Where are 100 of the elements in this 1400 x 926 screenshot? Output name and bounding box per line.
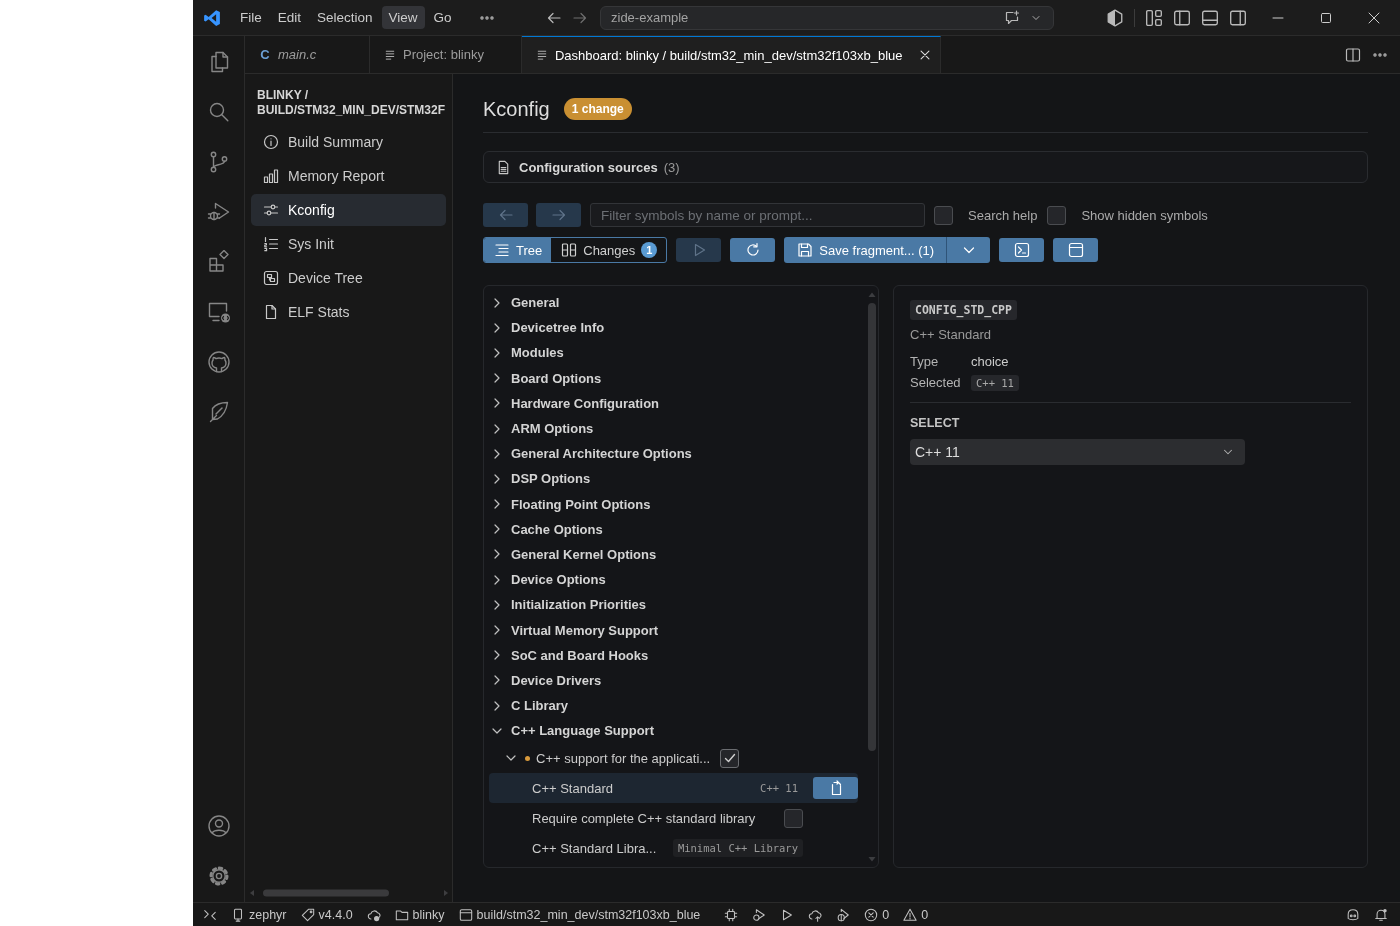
section-title: Configuration sources [519,159,658,175]
configuration-sources-panel[interactable]: Configuration sources (3) [483,151,1368,183]
tree-item[interactable]: C++ Language Support [489,718,858,744]
panel-bottom-icon[interactable] [1201,8,1219,27]
tree-item[interactable]: Virtual Memory Support [489,617,858,643]
remote-monitor-icon[interactable] [206,300,231,324]
hexagon-icon[interactable] [1106,8,1124,27]
tree-item[interactable]: C++ support for the applicati... [489,743,858,774]
chat-sparkle-icon[interactable] [1004,9,1020,26]
sidebar-item[interactable]: Kconfig [251,194,446,226]
tree-item[interactable]: C++ Standard Libra... Minimal C++ Library [489,833,858,864]
error-count[interactable]: 0 [864,907,890,922]
error-icon [864,907,879,922]
select-dropdown[interactable]: C++ 11 [910,439,1245,465]
layout-icon[interactable] [1145,8,1163,27]
tree-item[interactable]: Cache Options [489,516,858,542]
sidebar-left-icon[interactable] [1173,8,1191,27]
tree-item[interactable]: Device Options [489,567,858,593]
tree-item[interactable]: General Kernel Options [489,541,858,568]
filter-input[interactable]: Filter symbols by name or prompt... [590,203,925,227]
section-label: SELECT [910,416,960,430]
play-icon[interactable] [780,907,795,922]
save-icon [797,242,814,258]
status-item[interactable]: v4.4.0 [300,907,353,922]
count-label: (3) [663,159,680,175]
tree-item[interactable]: General [489,290,858,316]
command-center[interactable]: zide-example [600,5,1054,30]
assistant-icon[interactable] [1346,907,1360,922]
editor-tab[interactable]: Dashboard: blinky / build/stm32_min_dev/stm32f103xb_blue [521,36,941,73]
sidebar-item[interactable]: Sys Init [251,228,446,260]
terminal-icon [1013,242,1030,258]
window-icon [1067,242,1084,258]
status-item[interactable]: blinky [394,907,445,922]
warning-count[interactable]: 0 [903,907,929,922]
save-options-button[interactable] [946,237,991,263]
property-label: Selected [910,375,962,390]
menu-item[interactable]: Go [426,6,459,29]
menu-item[interactable]: File [233,6,269,29]
status-item[interactable]: zephyr [231,907,287,922]
tree-item[interactable]: Devicetree Info [489,315,858,341]
view-tab[interactable]: Tree [484,238,552,262]
cloud-upload-icon[interactable] [808,907,823,922]
chip-icon[interactable] [724,907,739,922]
split-editor-icon[interactable] [1345,46,1361,63]
tree-item[interactable]: Modules [489,340,858,366]
tree-item[interactable]: Hardware Configuration [489,390,858,416]
extensions-icon[interactable] [206,250,231,274]
app-logo-icon [203,8,221,27]
device-icon [231,907,245,922]
tree-item[interactable]: SoC and Board Hooks [489,642,858,668]
editor-tab[interactable]: Project: blinky [370,36,522,73]
sidebar-item[interactable]: Build Summary [251,126,446,158]
file-icon [263,304,279,320]
tree-item[interactable]: DSP Options [489,466,858,492]
terminal-button[interactable] [999,238,1045,262]
tree-item[interactable]: Floating Point Options [489,491,858,517]
tree-item[interactable]: Initialization Priorities [489,592,858,618]
sidebar-item[interactable]: ELF Stats [251,296,446,328]
checkbox[interactable] [720,748,740,768]
view-tab[interactable]: Changes 1 [551,238,667,262]
count-badge: 1 [641,242,658,258]
account-icon[interactable] [206,814,231,838]
tree-item[interactable]: C++ Standard C++ 11 [489,773,858,804]
bug-icon[interactable] [836,907,851,922]
menu-item[interactable]: View [381,6,425,29]
cat-circle-icon[interactable] [206,350,231,374]
tree-list-icon [494,242,510,258]
tree-item[interactable]: Board Options [489,365,858,391]
tree-item[interactable]: Require complete C++ standard library [489,803,858,834]
remote-icon[interactable] [203,907,217,922]
menu-item[interactable]: Selection [310,6,380,29]
checkbox[interactable] [934,205,953,225]
sidebar-right-icon[interactable] [1229,8,1247,27]
checkbox[interactable] [1047,205,1067,225]
menu-item[interactable]: Edit [270,6,309,29]
sidebar-item[interactable]: Device Tree [251,262,446,294]
cloud-icon[interactable] [366,907,381,922]
tree-item[interactable]: Device Drivers [489,667,858,693]
tree-item[interactable]: General Architecture Options [489,441,858,467]
checkbox[interactable] [784,808,803,828]
save-fragment-button[interactable]: Save fragment... (1) [784,237,947,263]
status-item[interactable]: build/stm32_min_dev/stm32f103xb_blue [458,907,701,922]
option-value: C++ 11 [759,781,799,797]
sidebar-item[interactable]: Memory Report [251,160,446,192]
sliders-icon [263,202,279,218]
columns-icon [561,242,578,258]
property-value: C++ 11 [971,375,1019,391]
change-count-badge: 1 change [563,98,632,120]
tree-item[interactable]: C Library [489,693,858,719]
info-icon [263,134,279,150]
run-debug-icon[interactable] [752,907,767,922]
symbol-name: CONFIG_STD_CPP [910,300,1017,320]
bell-icon[interactable] [1374,907,1388,922]
jump-button[interactable] [813,777,858,800]
editor-tab[interactable]: C main.c [245,36,370,73]
tree-item[interactable]: ARM Options [489,415,858,442]
refresh-button[interactable] [730,238,776,262]
panel-button[interactable] [1053,238,1099,262]
diagram-icon [263,270,279,286]
refresh-icon [744,242,761,258]
